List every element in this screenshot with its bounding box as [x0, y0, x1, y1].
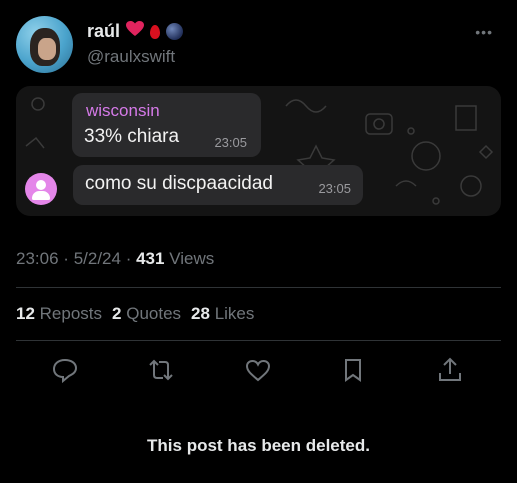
quotes-count: 2: [112, 304, 122, 323]
likes-stat[interactable]: 28 Likes: [191, 304, 254, 324]
meta-separator: ·: [125, 249, 132, 268]
planet-emoji-icon: [166, 23, 184, 40]
message-text: 33% chiara: [84, 126, 180, 147]
action-bar: [0, 355, 517, 385]
avatar-body: [32, 191, 50, 200]
message-time: 23:05: [214, 135, 247, 150]
avatar-head: [36, 180, 46, 190]
chat-screenshot-image[interactable]: wisconsin 33% chiara 23:05 como su discp…: [16, 86, 501, 216]
post-date[interactable]: 5/2/24: [74, 249, 121, 268]
post-header: raúl @raulxswift •••: [16, 16, 501, 76]
avatar-face: [38, 38, 56, 60]
reply-icon[interactable]: [50, 355, 80, 385]
author-avatar[interactable]: [16, 16, 73, 73]
likes-label: Likes: [214, 304, 255, 323]
views-label: Views: [169, 249, 215, 268]
post-time[interactable]: 23:06: [16, 249, 59, 268]
quotes-stat[interactable]: 2 Quotes: [112, 304, 181, 324]
message-bubble: como su discpaacidad 23:05: [73, 165, 363, 205]
reposts-label: Reposts: [39, 304, 103, 323]
reposts-count: 12: [16, 304, 35, 323]
quotes-label: Quotes: [126, 304, 182, 323]
like-icon[interactable]: [243, 355, 273, 385]
heart-emoji-icon: [126, 21, 145, 42]
meta-separator: ·: [63, 249, 69, 268]
divider: [16, 340, 501, 341]
divider: [16, 287, 501, 288]
post-stats: 12 Reposts 2 Quotes 28 Likes: [16, 304, 254, 324]
deleted-notice: This post has been deleted.: [147, 436, 370, 455]
share-icon[interactable]: [435, 355, 465, 385]
bookmark-icon[interactable]: [338, 355, 368, 385]
blood-drop-emoji-icon: [150, 24, 161, 39]
message-text: como su discpaacidad: [85, 173, 273, 194]
post-meta: 23:06 · 5/2/24 · 431 Views: [16, 249, 214, 269]
author-name-row: raúl: [87, 21, 184, 42]
views-count: 431: [136, 249, 165, 268]
reposts-stat[interactable]: 12 Reposts: [16, 304, 102, 324]
message-bubble: wisconsin 33% chiara 23:05: [72, 93, 261, 157]
repost-icon[interactable]: [146, 355, 176, 385]
message-time: 23:05: [318, 181, 351, 196]
more-options-icon[interactable]: •••: [475, 24, 493, 40]
chat-avatar-icon: [25, 173, 57, 205]
author-name[interactable]: raúl: [87, 21, 120, 42]
author-handle[interactable]: @raulxswift: [87, 47, 175, 67]
likes-count: 28: [191, 304, 210, 323]
message-sender: wisconsin: [86, 101, 160, 120]
